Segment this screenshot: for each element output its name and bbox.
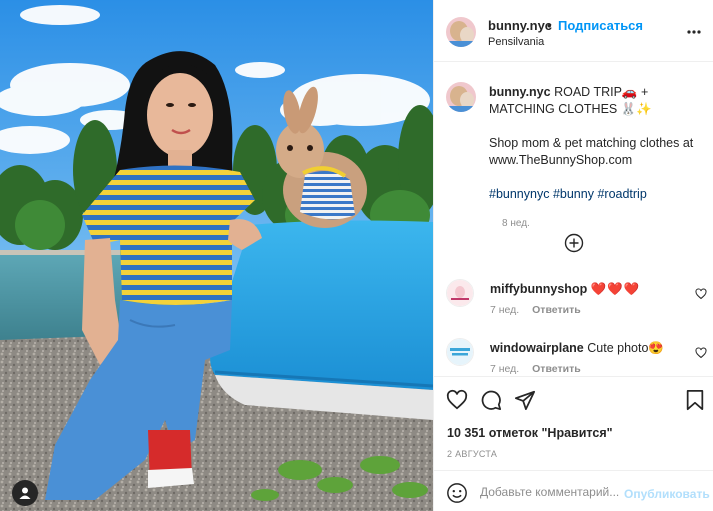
- separator-dot: •: [547, 18, 552, 33]
- comment-timestamp[interactable]: 7 нед.: [490, 304, 519, 316]
- add-comment-bar: Опубликовать: [434, 470, 713, 511]
- comment-meta: 7 нед. Ответить: [490, 363, 581, 375]
- post-date[interactable]: 2 АВГУСТА: [447, 449, 497, 459]
- like-button[interactable]: [444, 387, 470, 413]
- post-header: bunny.nyc • Подписаться Pensilvania: [434, 0, 713, 62]
- post-actions: 10 351 отметок "Нравится" 2 АВГУСТА: [434, 376, 713, 470]
- comment-username[interactable]: windowairplane: [490, 341, 584, 355]
- comments-section: bunny.nyc ROAD TRIP🚗 + MATCHING CLOTHES …: [434, 62, 713, 376]
- bookmark-icon: [686, 389, 704, 411]
- heart-outline-icon: [695, 347, 707, 359]
- smiley-icon: [447, 483, 467, 503]
- follow-button[interactable]: Подписаться: [558, 18, 643, 33]
- more-options-button[interactable]: [682, 22, 706, 42]
- comment-item: miffybunnyshop ❤️❤️❤️ 7 нед. Ответить: [446, 279, 713, 329]
- caption-avatar[interactable]: [446, 82, 476, 112]
- comment-username[interactable]: miffybunnyshop: [490, 282, 587, 296]
- location-link[interactable]: Pensilvania: [488, 36, 544, 48]
- avatar-image: [446, 17, 476, 47]
- comment-timestamp[interactable]: 7 нед.: [490, 363, 519, 375]
- comment-item: windowairplane Cute photo😍 7 нед. Ответи…: [446, 338, 713, 376]
- likes-count[interactable]: 10 351 отметок "Нравится": [447, 426, 613, 440]
- post-photo[interactable]: [0, 0, 433, 511]
- save-button[interactable]: [682, 387, 708, 413]
- plus-circle-icon: [564, 233, 584, 253]
- heart-outline-icon: [695, 288, 707, 300]
- more-horizontal-icon: [687, 30, 701, 34]
- share-icon: [514, 390, 536, 411]
- heart-icon: [446, 389, 468, 410]
- comment-button[interactable]: [478, 387, 504, 413]
- comment-text: Cute photo😍: [587, 341, 664, 355]
- reply-button[interactable]: Ответить: [532, 304, 581, 316]
- hashtag-link[interactable]: #bunny: [553, 187, 594, 201]
- like-comment-button[interactable]: [695, 288, 709, 302]
- caption-username[interactable]: bunny.nyc: [489, 85, 551, 99]
- publish-button[interactable]: Опубликовать: [624, 487, 710, 501]
- hashtag-list: #bunnynyc #bunny #roadtrip: [489, 186, 713, 203]
- emoji-button[interactable]: [446, 482, 468, 504]
- person-icon: [19, 487, 31, 499]
- avatar-image: [447, 280, 473, 306]
- avatar[interactable]: [446, 17, 476, 47]
- post-sidebar: bunny.nyc • Подписаться Pensilvania bunn…: [433, 0, 713, 511]
- comment-body: miffybunnyshop ❤️❤️❤️: [490, 282, 640, 297]
- comment-meta: 7 нед. Ответить: [490, 304, 581, 316]
- like-comment-button[interactable]: [695, 347, 709, 361]
- username-link[interactable]: bunny.nyc: [488, 18, 552, 33]
- comment-input[interactable]: [480, 480, 620, 504]
- comment-icon: [481, 390, 502, 411]
- comment-avatar[interactable]: [446, 279, 474, 307]
- photo-illustration: [0, 0, 433, 511]
- hashtag-link[interactable]: #bunnynyc: [489, 187, 549, 201]
- caption-text: bunny.nyc ROAD TRIP🚗 + MATCHING CLOTHES …: [489, 84, 713, 203]
- caption-timestamp[interactable]: 8 нед.: [502, 218, 530, 229]
- comment-text: ❤️❤️❤️: [590, 282, 641, 296]
- user-tag-button[interactable]: [12, 480, 38, 506]
- caption-line-2: Shop mom & pet matching clothes at www.T…: [489, 136, 694, 167]
- hashtag-link[interactable]: #roadtrip: [597, 187, 646, 201]
- avatar-image: [447, 339, 473, 365]
- comment-avatar[interactable]: [446, 338, 474, 366]
- share-button[interactable]: [512, 387, 538, 413]
- reply-button[interactable]: Ответить: [532, 363, 581, 375]
- comment-body: windowairplane Cute photo😍: [490, 341, 664, 356]
- avatar-image: [446, 82, 476, 112]
- load-more-comments-button[interactable]: [564, 233, 584, 253]
